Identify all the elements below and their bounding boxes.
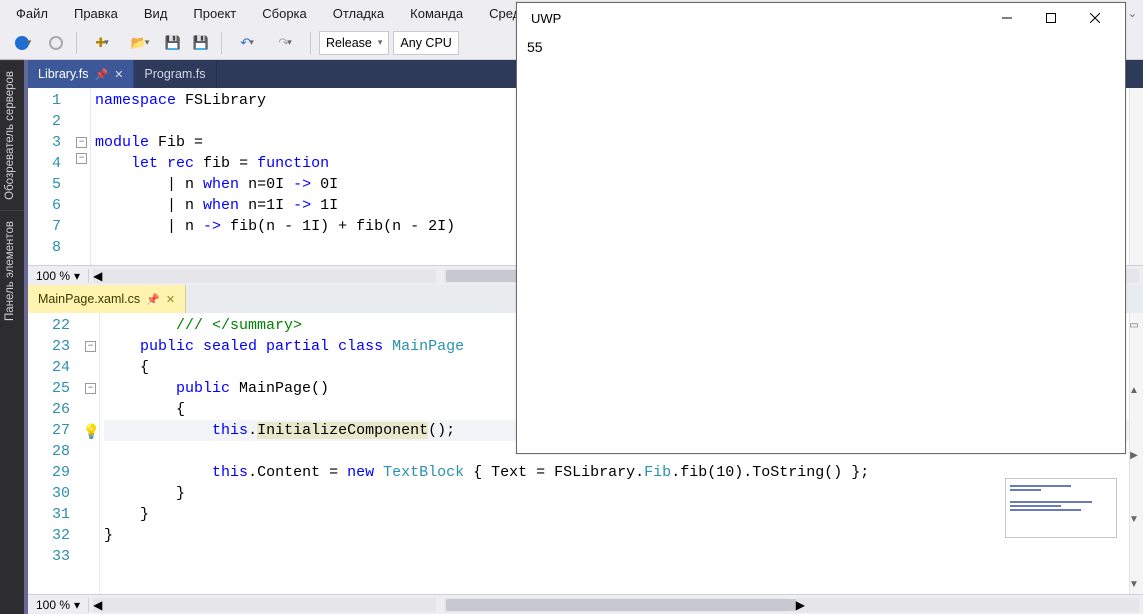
menu-edit[interactable]: Правка <box>64 3 128 24</box>
save-all-button[interactable]: 💾 <box>189 31 213 55</box>
close-icon[interactable]: ✕ <box>166 293 175 306</box>
tab-mainpage-cs[interactable]: MainPage.xaml.cs 📌 ✕ <box>28 285 186 313</box>
line-gutter: 1 2 3 4 5 6 7 8 <box>28 88 73 265</box>
menu-project[interactable]: Проект <box>183 3 246 24</box>
close-icon[interactable]: ✕ <box>114 68 123 81</box>
scroll-left-icon[interactable]: ◀ <box>93 598 436 612</box>
overflow-chevron-icon[interactable]: ⌄ <box>1128 7 1137 20</box>
arrow-up-icon[interactable]: ▲ <box>1129 381 1139 400</box>
pin-icon[interactable]: 📌 <box>94 68 108 81</box>
maximize-button[interactable] <box>1029 4 1073 32</box>
nav-forward-button[interactable] <box>44 31 68 55</box>
menu-debug[interactable]: Отладка <box>323 3 394 24</box>
scroll-left-icon[interactable]: ◀ <box>93 269 436 283</box>
close-button[interactable] <box>1073 4 1117 32</box>
scroll-down-icon[interactable]: ▼ <box>1129 575 1139 594</box>
platform-dropdown[interactable]: Any CPU <box>393 31 458 55</box>
tab-program-fs[interactable]: Program.fs <box>134 60 216 88</box>
fold-toggle[interactable]: − <box>76 153 87 164</box>
open-file-button[interactable]: 📂▾ <box>123 31 157 55</box>
window-title: UWP <box>525 11 985 26</box>
line-gutter: 22 23 24 25 26 27 28 29 30 31 32 33 <box>28 313 82 594</box>
chevron-down-icon: ▾ <box>378 37 383 48</box>
zoom-dropdown[interactable]: 100 %▾ <box>28 598 89 612</box>
tab-library-fs[interactable]: Library.fs 📌 ✕ <box>28 60 134 88</box>
lightbulb-icon[interactable]: 💡 <box>83 423 99 439</box>
fold-toggle[interactable]: − <box>85 383 96 394</box>
tab-label: Library.fs <box>38 67 88 81</box>
uwp-app-window: UWP 55 <box>516 2 1126 454</box>
split-icon[interactable]: ▭ <box>1129 316 1138 335</box>
fold-column: − − <box>73 88 91 265</box>
arrow-right-icon[interactable]: ▶ <box>1130 446 1138 465</box>
left-toolwindow-strip: Обозреватель серверов Панель элементов <box>0 60 24 614</box>
app-output: 55 <box>517 33 1125 453</box>
fold-toggle[interactable]: − <box>76 137 87 148</box>
menu-build[interactable]: Сборка <box>252 3 317 24</box>
titlebar[interactable]: UWP <box>517 3 1125 33</box>
nav-back-button[interactable]: ▾ <box>6 31 40 55</box>
scroll-right-icon[interactable]: ▶ <box>796 598 1139 612</box>
save-button[interactable]: 💾 <box>161 31 185 55</box>
platform-value: Any CPU <box>400 36 451 50</box>
pin-icon[interactable]: 📌 <box>146 293 160 306</box>
arrow-down-icon[interactable]: ▼ <box>1129 510 1139 529</box>
redo-button[interactable]: ↷▾ <box>268 31 302 55</box>
marker-gutter <box>1129 88 1143 265</box>
menu-view[interactable]: Вид <box>134 3 178 24</box>
horizontal-scrollbar[interactable] <box>444 598 787 612</box>
undo-button[interactable]: ↶▾ <box>230 31 264 55</box>
configuration-dropdown[interactable]: Release ▾ <box>319 31 389 55</box>
tab-label: Program.fs <box>144 67 205 81</box>
right-scroll-markers: ▭ ▲ ▶ ▼ ▼ <box>1125 316 1143 594</box>
minimap[interactable] <box>1005 478 1117 538</box>
menu-team[interactable]: Команда <box>400 3 473 24</box>
fold-column: − − 💡 <box>82 313 100 594</box>
fold-toggle[interactable]: − <box>85 341 96 352</box>
menu-file[interactable]: Файл <box>6 3 58 24</box>
toolbox-tab[interactable]: Панель элементов <box>0 210 24 331</box>
minimize-button[interactable] <box>985 4 1029 32</box>
configuration-value: Release <box>326 36 372 50</box>
zoom-bar-bottom: 100 %▾ ◀ ▶ <box>28 594 1143 614</box>
server-explorer-tab[interactable]: Обозреватель серверов <box>0 60 24 210</box>
zoom-dropdown[interactable]: 100 %▾ <box>28 269 89 283</box>
forward-icon <box>49 36 63 50</box>
new-project-button[interactable]: ✚▾ <box>85 31 119 55</box>
tab-label: MainPage.xaml.cs <box>38 292 140 306</box>
